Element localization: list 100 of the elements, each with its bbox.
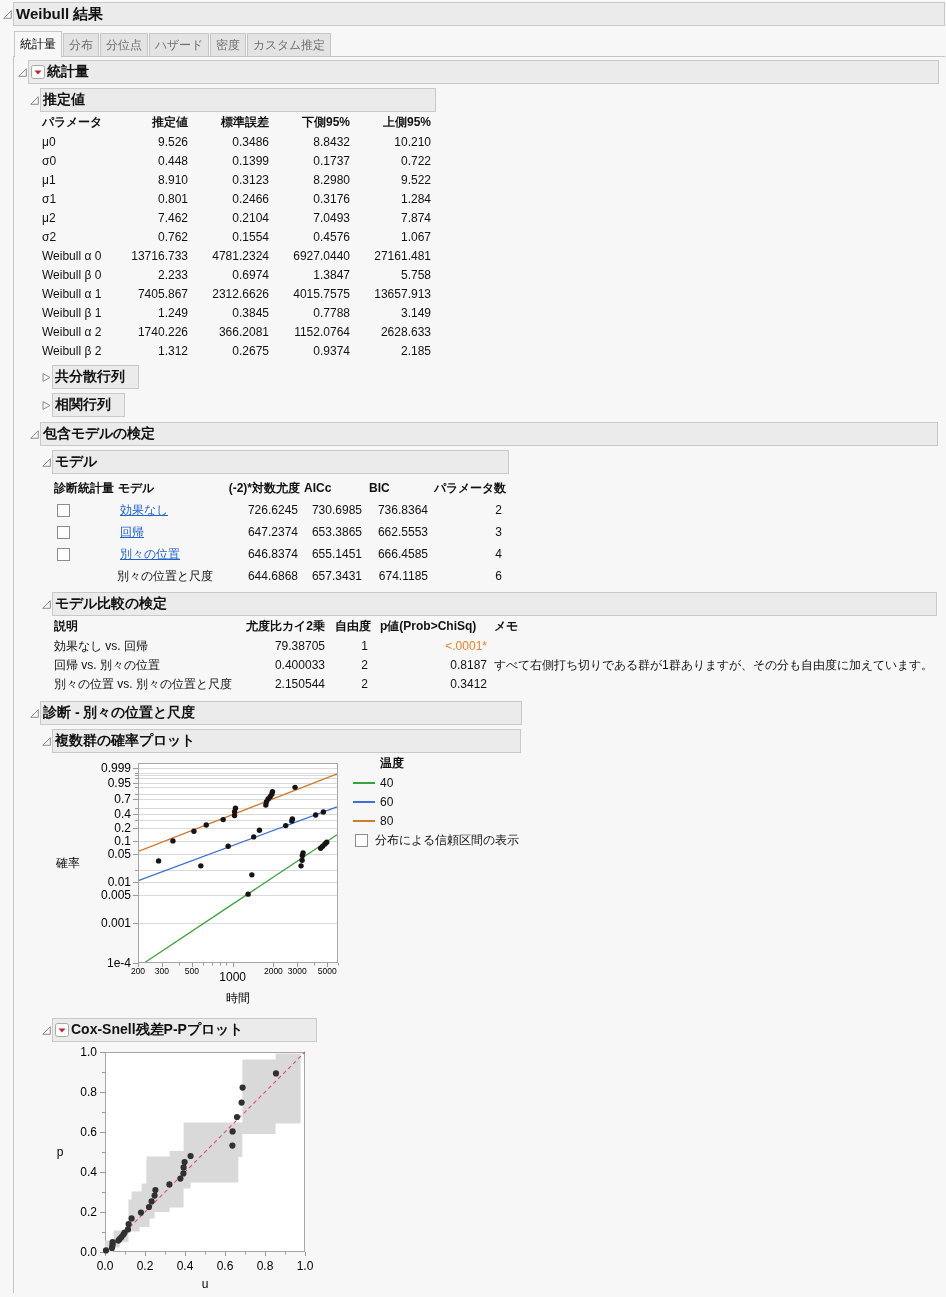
tick-label: 2000 — [263, 966, 283, 976]
table-cell-text: Weibull β 1 — [42, 305, 103, 322]
menu-caret-icon[interactable] — [31, 65, 45, 79]
column-header: 自由度 — [334, 618, 372, 635]
table-cell-text: 効果なし vs. 回帰 — [54, 638, 149, 655]
disclosure-triangle-icon[interactable] — [30, 429, 39, 439]
model-link[interactable]: 別々の位置 — [120, 547, 180, 561]
table-cell-text: 13716.733 — [130, 248, 188, 265]
table-cell-text: 2312.6626 — [211, 286, 269, 303]
table-cell-text: 0.8187 — [449, 657, 488, 674]
table-cell-text: 13657.913 — [373, 286, 431, 303]
table-cell-text: 736.8364 — [376, 502, 429, 519]
table-cell-text: 8.910 — [156, 172, 188, 189]
table-cell-text: 653.3865 — [310, 524, 363, 541]
section-title: モデル比較の検定 — [55, 595, 167, 613]
checkbox[interactable] — [57, 547, 70, 561]
table-cell-text: 2 — [360, 676, 369, 693]
tab[interactable]: 統計量 — [14, 31, 62, 57]
disclosure-triangle-icon[interactable] — [42, 457, 51, 467]
table-cell-text: 0.7788 — [312, 305, 350, 322]
disclosure-triangle-icon[interactable] — [18, 67, 27, 77]
table-cell-text: 0.801 — [156, 191, 188, 208]
column-header: BIC — [368, 480, 391, 497]
table-cell-text: 644.6868 — [246, 568, 299, 585]
data-point — [170, 838, 176, 844]
table-cell-text: 2628.633 — [379, 324, 431, 341]
data-point — [245, 891, 251, 897]
tab[interactable]: 分位点 — [100, 33, 148, 56]
section-title: モデル — [55, 453, 97, 471]
table-cell-text: 1 — [360, 638, 369, 655]
table-cell-text: <.0001* — [444, 638, 488, 655]
section-title: Cox-Snell残差P-Pプロット — [71, 1021, 243, 1039]
disclosure-triangle-icon[interactable] — [42, 599, 51, 609]
table-cell-text: 4015.7575 — [292, 286, 350, 303]
column-header: 説明 — [54, 618, 79, 635]
table-cell-text: 1.067 — [399, 229, 431, 246]
disclosure-triangle-icon[interactable] — [30, 95, 39, 105]
legend-label: 40 — [380, 775, 394, 790]
legend-label: 80 — [380, 813, 394, 828]
disclosure-triangle-icon[interactable] — [42, 1025, 51, 1035]
tab[interactable]: 分布 — [63, 33, 99, 56]
tick-label: 0.1 — [114, 834, 131, 849]
table-cell-text: 647.2374 — [246, 524, 299, 541]
column-header: 上側95% — [381, 114, 431, 131]
tick-label: 0.2 — [136, 1259, 154, 1273]
tick-label: 200 — [130, 966, 146, 976]
table-cell-text: 0.9374 — [312, 343, 350, 360]
table-cell-text: 646.8374 — [246, 546, 299, 563]
checkbox-label: 分布による信頼区間の表示 — [375, 831, 519, 849]
column-header: 下側95% — [300, 114, 350, 131]
disclosure-triangle-icon[interactable] — [42, 400, 51, 410]
table-cell-text: すべて右側打ち切りである群が1群ありますが、その分も自由度に加えています。 — [493, 657, 934, 674]
data-point — [203, 822, 209, 828]
table-cell-text: 0.6974 — [231, 267, 269, 284]
disclosure-triangle-icon[interactable] — [42, 372, 51, 382]
column-header: (-2)*対数尤度 — [227, 480, 300, 497]
table-cell-text: 662.5553 — [376, 524, 429, 541]
table-cell-text: 1.312 — [156, 343, 188, 360]
tick-label: 0.999 — [100, 761, 131, 776]
table-cell-text: μ0 — [42, 134, 57, 151]
model-link[interactable]: 効果なし — [120, 503, 168, 517]
table-cell-text: Weibull β 2 — [42, 343, 103, 360]
column-header: 標準誤差 — [220, 114, 269, 131]
disclosure-triangle-icon[interactable] — [30, 708, 39, 718]
table-cell-text: 7.874 — [399, 210, 431, 227]
disclosure-triangle-icon[interactable] — [3, 9, 12, 19]
checkbox[interactable] — [355, 833, 368, 847]
tab[interactable]: カスタム推定 — [247, 33, 331, 56]
tab[interactable]: 密度 — [210, 33, 246, 56]
model-link[interactable]: 回帰 — [120, 525, 144, 539]
table-cell-text: σ2 — [42, 229, 58, 246]
table-cell-text: 5.758 — [399, 267, 431, 284]
checkbox[interactable] — [57, 525, 70, 539]
section-title: 推定値 — [43, 91, 85, 109]
tick-label: 0.05 — [107, 846, 131, 861]
tick-label: 0.4 — [80, 1165, 97, 1179]
table-cell-text: 726.6245 — [246, 502, 299, 519]
tick-label: 0.6 — [216, 1259, 234, 1273]
tab[interactable]: ハザード — [149, 33, 209, 56]
menu-caret-icon[interactable] — [55, 1023, 69, 1037]
table-cell-text: 6927.0440 — [292, 248, 350, 265]
column-header: AICc — [303, 480, 333, 497]
table-cell-text: 4 — [494, 546, 503, 563]
table-cell-text: 8.8432 — [312, 134, 350, 151]
checkbox[interactable] — [57, 503, 70, 517]
table-cell-text: 0.2466 — [231, 191, 269, 208]
section-title: 包含モデルの検定 — [43, 425, 155, 443]
tick-label: 0.005 — [100, 887, 131, 902]
tick-label: 5000 — [317, 966, 337, 976]
tick-label: 0.2 — [80, 1205, 97, 1219]
table-cell-text: 674.1185 — [377, 568, 429, 585]
data-point — [292, 784, 298, 791]
table-cell-text: 4781.2324 — [211, 248, 269, 265]
table-cell-text: σ0 — [42, 153, 58, 170]
table-cell-text: 10.210 — [393, 134, 431, 151]
section-title: 統計量 — [47, 63, 89, 81]
axis-title: p — [56, 1145, 64, 1159]
disclosure-triangle-icon[interactable] — [42, 736, 51, 746]
tick-label: 0.95 — [107, 775, 131, 790]
table-cell-text: 0.762 — [156, 229, 188, 246]
